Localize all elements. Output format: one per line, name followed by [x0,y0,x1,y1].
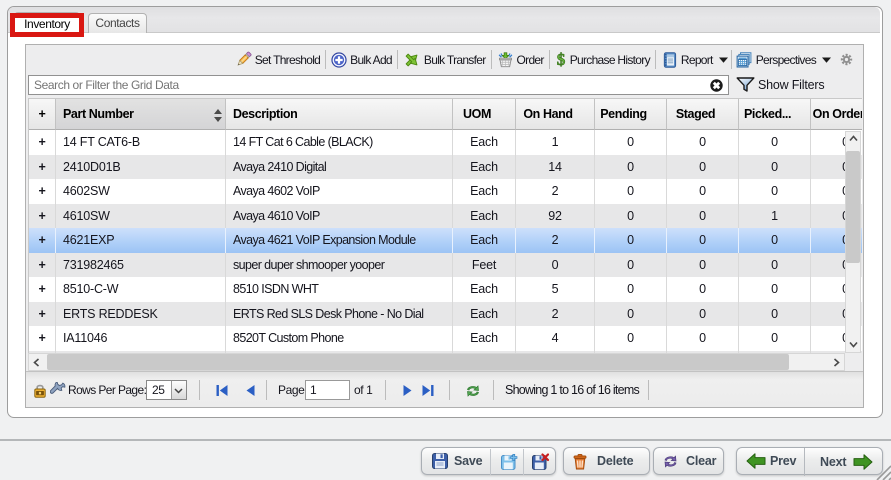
svg-text:$: $ [556,52,565,68]
